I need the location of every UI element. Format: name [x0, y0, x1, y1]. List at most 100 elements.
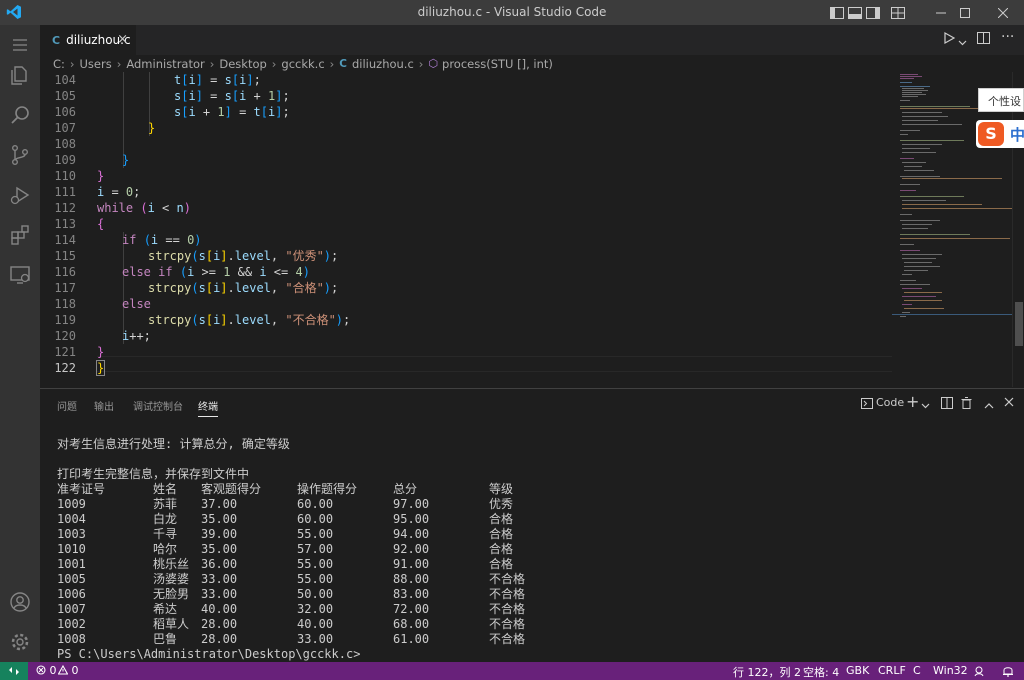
- code-line: 112 while (i < n): [40, 200, 892, 216]
- error-count: 0: [49, 664, 57, 677]
- chevron-right-icon: ›: [116, 56, 122, 71]
- table-cell: 1006: [57, 587, 86, 601]
- line-number: 109: [54, 153, 76, 167]
- table-cell: 33.00: [201, 587, 238, 601]
- chevron-right-icon: ›: [69, 56, 75, 71]
- table-cell: 88.00: [393, 572, 430, 586]
- table-cell: 巴鲁: [153, 632, 178, 646]
- line-number: 104: [54, 73, 76, 87]
- sogou-ime-toolbar[interactable]: S 中: [976, 120, 1024, 148]
- remote-indicator-icon[interactable]: [0, 662, 28, 680]
- breadcrumb-part[interactable]: Desktop: [219, 57, 266, 71]
- breadcrumb-part[interactable]: Administrator: [126, 57, 204, 71]
- table-cell: 桃乐丝: [153, 557, 190, 571]
- toggle-secondary-sidebar-icon[interactable]: [859, 0, 887, 25]
- source-control-icon[interactable]: [0, 135, 40, 175]
- scrollbar-thumb[interactable]: [1015, 302, 1023, 346]
- line-number: 105: [54, 89, 76, 103]
- close-tab-icon[interactable]: ×: [117, 32, 128, 47]
- line-number: 108: [54, 137, 76, 151]
- ime-tooltip: 个性设: [978, 88, 1024, 112]
- line-number: 107: [54, 121, 76, 135]
- run-dropdown-chevron-icon[interactable]: [958, 35, 967, 49]
- search-icon[interactable]: [0, 95, 40, 135]
- table-cell: 94.00: [393, 527, 430, 541]
- table-cell: 60.00: [297, 497, 334, 511]
- line-number: 114: [54, 233, 76, 247]
- status-bar: 0 0 行 122，列 2 空格: 4 GBK CRLF C Win32: [0, 662, 1024, 680]
- table-cell: 1008: [57, 632, 86, 646]
- cursor-position[interactable]: 行 122，列 2: [733, 664, 801, 680]
- language-mode[interactable]: C: [913, 664, 921, 677]
- code-line: 120 i++;: [40, 328, 892, 344]
- encoding[interactable]: GBK: [846, 664, 869, 677]
- table-cell: 无脸男: [153, 587, 190, 601]
- table-cell: 不合格: [489, 602, 526, 616]
- line-number: 111: [54, 185, 76, 199]
- table-cell: 不合格: [489, 587, 526, 601]
- split-editor-icon[interactable]: [977, 32, 990, 47]
- manage-gear-icon[interactable]: [0, 622, 40, 662]
- line-number: 106: [54, 105, 76, 119]
- end-of-line[interactable]: CRLF: [878, 664, 906, 677]
- breadcrumb-symbol[interactable]: process(STU [], int): [442, 57, 553, 71]
- line-number: 110: [54, 169, 76, 183]
- notifications-bell-icon[interactable]: [1002, 665, 1014, 680]
- table-cell: 57.00: [297, 542, 334, 556]
- table-cell: 1002: [57, 617, 86, 631]
- table-cell: 39.00: [201, 527, 238, 541]
- platform[interactable]: Win32: [933, 664, 968, 677]
- function-symbol-icon: ⬡: [428, 57, 439, 70]
- line-number: 117: [54, 281, 76, 295]
- feedback-icon[interactable]: [974, 665, 986, 680]
- header-practical: 操作题得分: [297, 482, 358, 496]
- breadcrumb-part[interactable]: gcckk.c: [281, 57, 324, 71]
- table-cell: 68.00: [393, 617, 430, 631]
- indentation[interactable]: 空格: 4: [803, 664, 839, 680]
- table-cell: 28.00: [201, 617, 238, 631]
- breadcrumb-file[interactable]: diliuzhou.c: [352, 57, 414, 71]
- line-number: 120: [54, 329, 76, 343]
- table-cell: 50.00: [297, 587, 334, 601]
- code-line: 111 i = 0;: [40, 184, 892, 200]
- table-cell: 35.00: [201, 512, 238, 526]
- account-icon[interactable]: [0, 582, 40, 622]
- table-cell: 91.00: [393, 557, 430, 571]
- code-line: 116 else if (i >= 1 && i <= 4): [40, 264, 892, 280]
- remote-explorer-icon[interactable]: [0, 255, 40, 295]
- more-actions-icon[interactable]: ···: [1001, 29, 1014, 45]
- table-cell: 合格: [489, 557, 514, 571]
- code-line: 109}: [40, 152, 892, 168]
- table-cell: 36.00: [201, 557, 238, 571]
- terminal-table-row: 1001 桃乐丝 36.00 55.00 91.00 合格: [57, 557, 577, 572]
- code-editor[interactable]: 104 t[i] = s[i]; 105 s[i] = s[i + 1]; 106 s…: [40, 72, 892, 387]
- terminal-table-row: 1005 汤婆婆 33.00 55.00 88.00 不合格: [57, 572, 577, 587]
- table-cell: 不合格: [489, 572, 526, 586]
- breadcrumb-part[interactable]: Users: [80, 57, 112, 71]
- close-window-button[interactable]: [980, 0, 1024, 25]
- header-total: 总分: [393, 482, 418, 496]
- run-icon[interactable]: [944, 31, 956, 47]
- customize-layout-icon[interactable]: [884, 0, 912, 25]
- line-number: 116: [54, 265, 76, 279]
- table-cell: 72.00: [393, 602, 430, 616]
- header-id: 准考证号: [57, 482, 106, 496]
- table-cell: 苏菲: [153, 497, 178, 511]
- explorer-icon[interactable]: [0, 55, 40, 95]
- table-cell: 40.00: [201, 602, 238, 616]
- errors-indicator[interactable]: 0: [36, 664, 57, 677]
- tab-diliuzhou-c[interactable]: C diliuzhou.c ×: [40, 25, 136, 55]
- warnings-indicator[interactable]: 0: [57, 664, 79, 677]
- chevron-right-icon: ›: [329, 56, 335, 71]
- terminal-output[interactable]: 对考生信息进行处理: 计算总分, 确定等级 打印考生完整信息，并保存到文件中 准…: [57, 389, 1017, 663]
- chevron-right-icon: ›: [209, 56, 215, 71]
- extensions-icon[interactable]: [0, 215, 40, 255]
- ime-mode-indicator[interactable]: 中: [1010, 124, 1024, 145]
- run-debug-icon[interactable]: [0, 175, 40, 215]
- code-line: 113{: [40, 216, 892, 232]
- breadcrumb-part[interactable]: C:: [53, 57, 65, 71]
- table-cell: 合格: [489, 542, 514, 556]
- bottom-panel: 问题 输出 调试控制台 终端 Code + 对考生信息进行处理: 计算总分, 确…: [40, 388, 1024, 662]
- terminal-table-row: 1009 苏菲 37.00 60.00 97.00 优秀: [57, 497, 577, 512]
- code-line: 106 s[i + 1] = t[i];: [40, 104, 892, 120]
